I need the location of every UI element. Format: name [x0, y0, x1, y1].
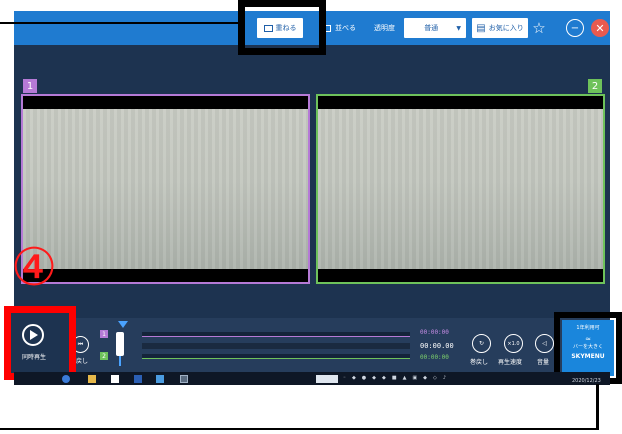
track-sync-bar[interactable] — [142, 343, 410, 349]
app-icon[interactable] — [156, 375, 164, 383]
playhead-icon[interactable] — [118, 321, 128, 328]
track-1-marker: 1 — [100, 330, 108, 338]
favorite-button[interactable]: ▤ お気に入り — [472, 18, 528, 38]
tray-app-icon[interactable] — [316, 375, 338, 383]
dropdown-arrow-icon: ▼ — [456, 24, 461, 32]
repeat-icon[interactable]: ↻ — [472, 334, 491, 353]
skymenu-taskbar-icon[interactable] — [180, 375, 188, 383]
sync-play-button[interactable] — [22, 324, 44, 346]
playhead-line — [119, 356, 121, 366]
star-icon[interactable]: ☆ — [529, 18, 549, 38]
minimize-icon[interactable]: − — [566, 19, 584, 37]
skymenu-widget[interactable]: 1年利用可 ≈ バーを大きく SKYMENU — [562, 320, 614, 376]
skymenu-mid-text: バーを大きく — [572, 344, 603, 350]
time-current: 00:00.00 — [420, 342, 454, 350]
tray-icons: ◦◆●◆◆■▲▣◆◇♪ — [343, 375, 453, 381]
panel-1-number: 1 — [23, 79, 37, 93]
explorer-icon[interactable] — [88, 375, 96, 383]
close-icon[interactable]: ✕ — [591, 19, 609, 37]
repeat-label: 巻戻し — [470, 359, 489, 366]
panel-2-number: 2 — [588, 79, 602, 93]
track-1-bar[interactable] — [142, 332, 410, 337]
volume-icon[interactable]: ◁ — [535, 334, 554, 353]
video-frame — [318, 109, 603, 269]
control-bar: ⏮ 戻し 1 2 00:00:00 00:00.00 00:00:00 ↻ 巻戻… — [14, 318, 610, 372]
side-by-side-label: 並べる — [335, 24, 356, 32]
word-icon[interactable] — [134, 375, 142, 383]
edge-icon[interactable] — [62, 375, 70, 383]
sync-play-label: 同時再生 — [21, 354, 46, 361]
callout-line-vertical — [596, 384, 599, 430]
track-2-marker: 2 — [100, 352, 108, 360]
store-icon[interactable] — [111, 375, 119, 383]
callout-line-bottom — [0, 428, 599, 430]
track-2-bar[interactable] — [142, 354, 410, 359]
letterbox-top — [23, 96, 308, 109]
time-track-1: 00:00:00 — [420, 329, 449, 336]
video-panel-2[interactable] — [316, 94, 605, 284]
opacity-label: 透明度 — [374, 24, 395, 32]
skymenu-wave-icon: ≈ — [585, 335, 591, 343]
volume-label: 音量 — [537, 359, 550, 366]
speed-label: 再生速度 — [498, 359, 523, 366]
letterbox-bottom — [318, 269, 603, 282]
favorite-add-icon: ▤ — [476, 22, 486, 34]
letterbox-bottom — [23, 269, 308, 282]
rewind-label: 戻し — [76, 358, 89, 365]
seek-handle[interactable] — [116, 332, 124, 356]
play-icon — [30, 330, 38, 340]
callout-line-top — [0, 22, 240, 24]
side-by-side-button[interactable]: 並べる — [322, 18, 356, 38]
time-track-2: 00:00:00 — [420, 354, 449, 361]
skymenu-brand: SKYMENU — [571, 353, 605, 360]
video-frame — [23, 109, 308, 269]
opacity-value: 普通 — [424, 24, 439, 32]
opacity-select[interactable]: 普通 ▼ — [404, 18, 466, 38]
favorite-label: お気に入り — [488, 24, 524, 32]
video-panel-1[interactable] — [21, 94, 310, 284]
speed-icon[interactable]: ×1.0 — [504, 334, 523, 353]
annotation-marker-4: ④ — [10, 238, 58, 298]
skymenu-top-text: 1年利用可 — [576, 325, 600, 331]
annotation-black-frame-overlay — [238, 0, 326, 55]
letterbox-top — [318, 96, 603, 109]
